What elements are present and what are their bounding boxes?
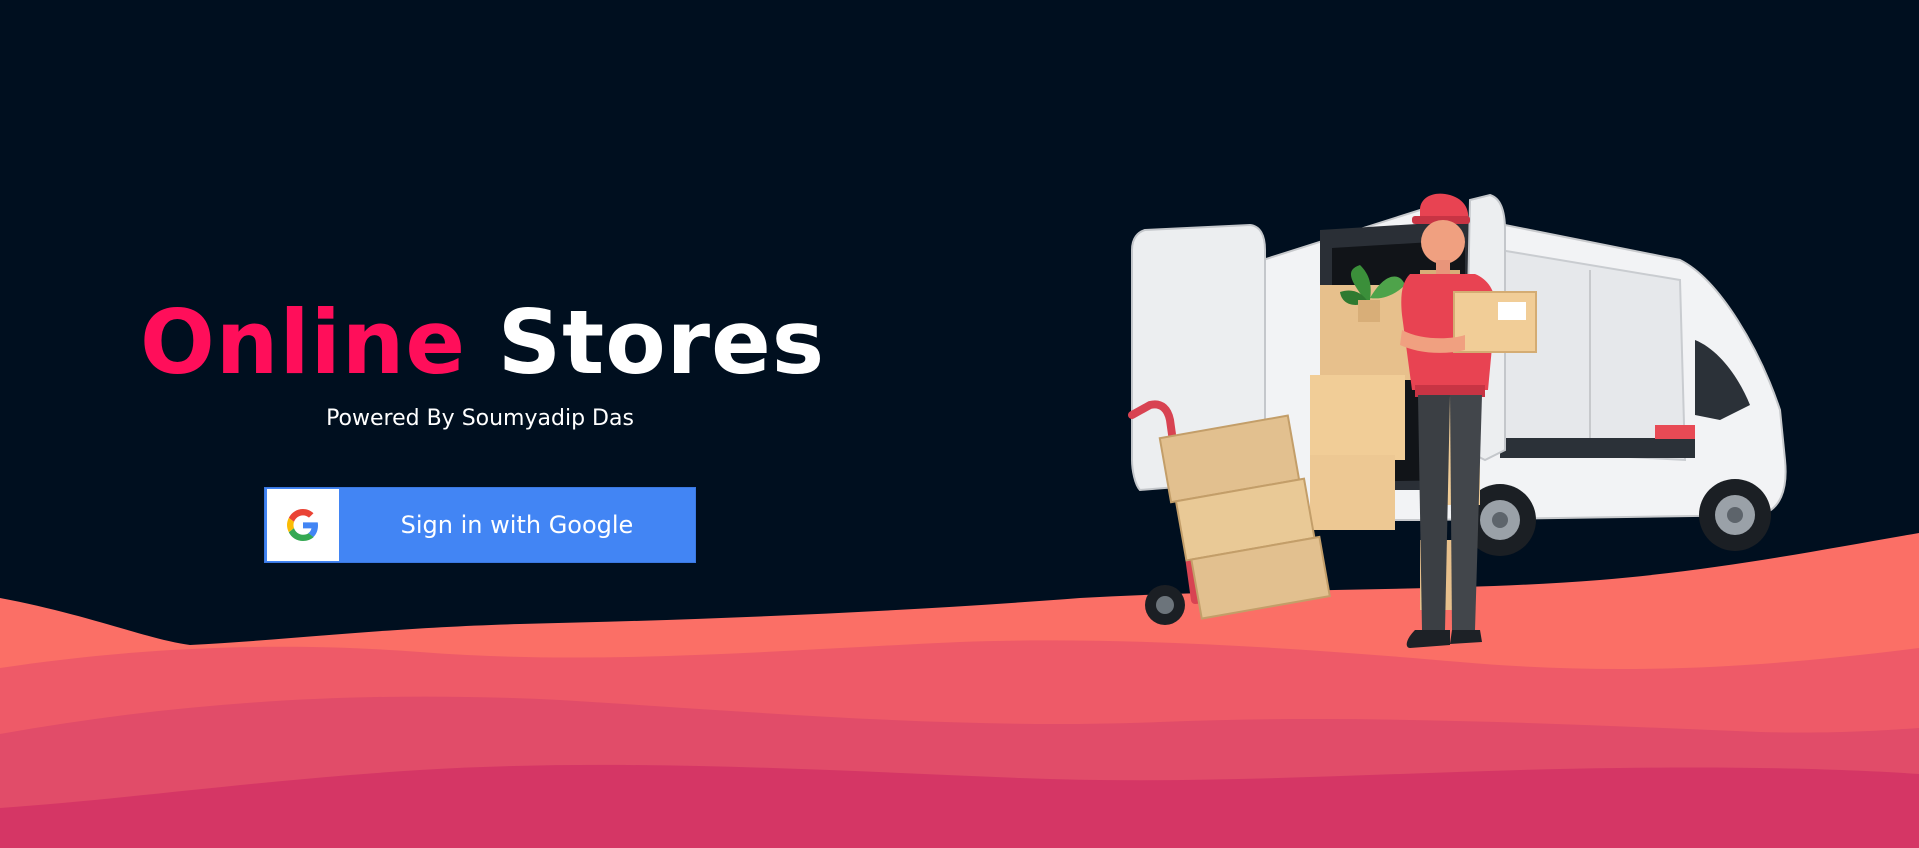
landing-page: Online Stores Powered By Soumyadip Das S… <box>0 0 1919 848</box>
hero-section: Online Stores Powered By Soumyadip Das S… <box>140 288 824 563</box>
delivery-illustration <box>1128 193 1787 648</box>
title-accent: Online <box>140 291 467 394</box>
google-signin-label: Sign in with Google <box>400 511 634 539</box>
google-g-icon <box>287 509 318 541</box>
subtitle: Powered By Soumyadip Das <box>326 406 634 431</box>
page-title: Online Stores <box>140 288 824 398</box>
van-front-wheel <box>1699 479 1771 551</box>
title-rest: Stores <box>497 291 826 394</box>
google-signin-button[interactable]: Sign in with Google <box>264 487 696 563</box>
google-icon-box <box>267 489 339 561</box>
